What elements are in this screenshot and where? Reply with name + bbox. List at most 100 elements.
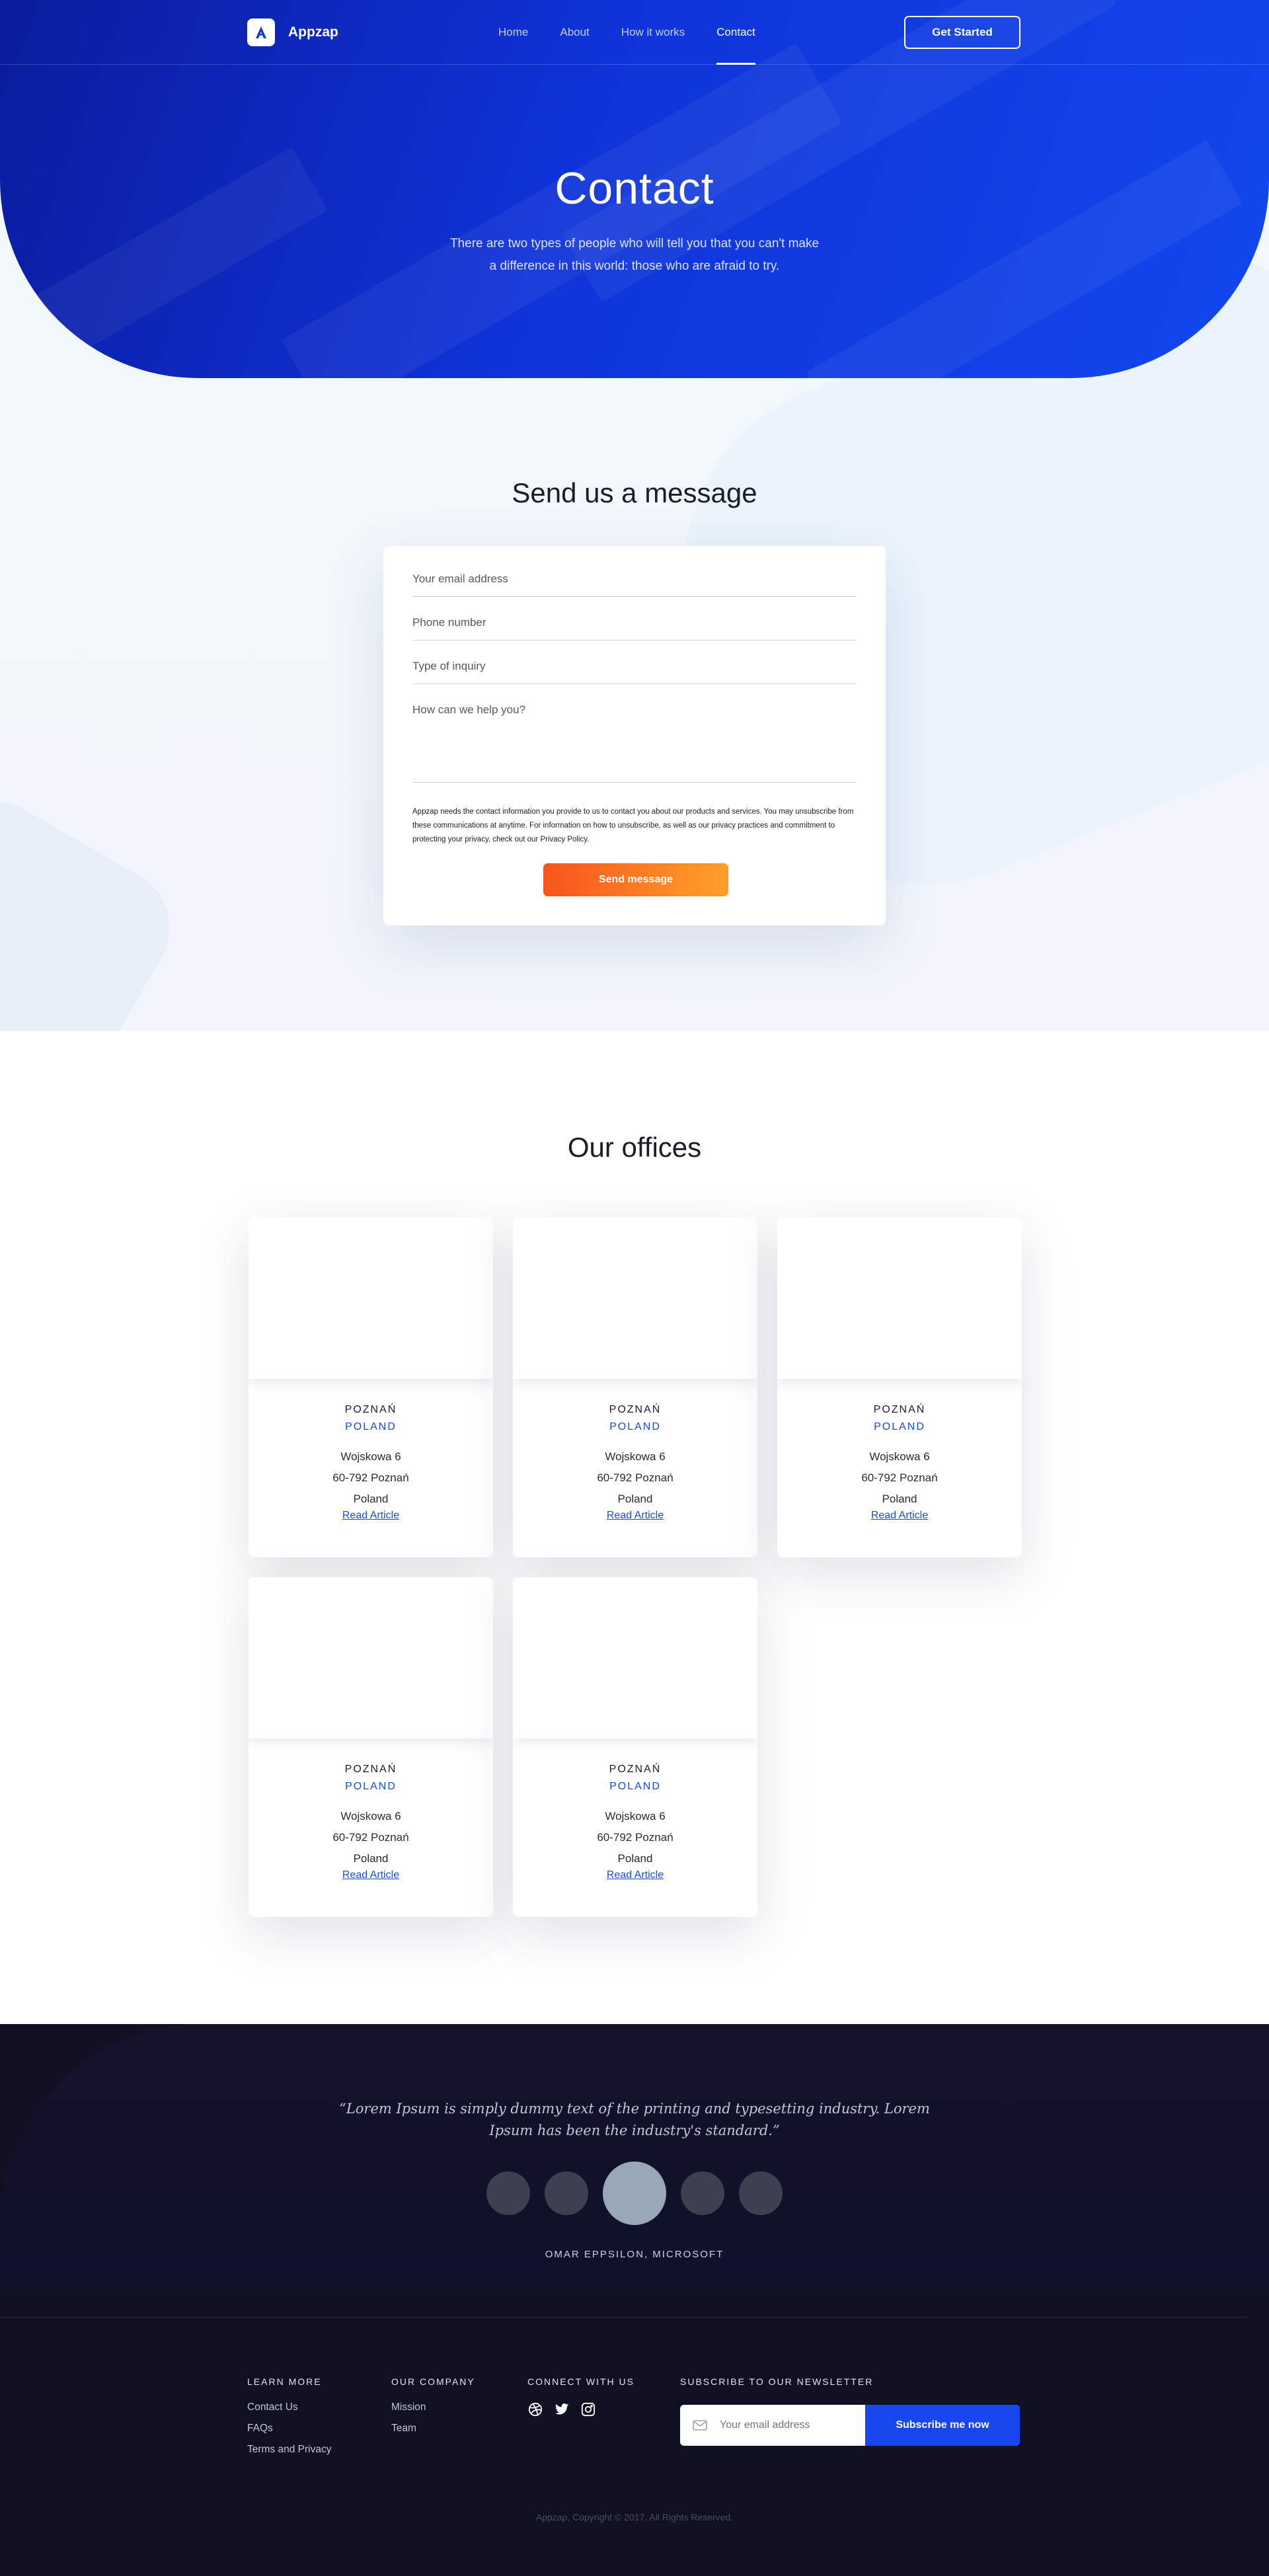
office-image <box>249 1218 493 1379</box>
office-land: Poland <box>617 1852 653 1865</box>
inquiry-type-placeholder: Type of inquiry <box>412 660 486 672</box>
office-image <box>777 1218 1022 1379</box>
office-street: Wojskowa 6 <box>605 1450 666 1463</box>
office-city: POZNAŃ <box>609 1404 662 1415</box>
office-land: Poland <box>353 1493 389 1505</box>
inquiry-type-field[interactable]: Type of inquiry <box>412 660 857 684</box>
instagram-icon[interactable] <box>580 2401 596 2417</box>
read-article-link[interactable]: Read Article <box>342 1510 399 1522</box>
testimonial-author: OMAR EPPSILON, MICROSOFT <box>545 2249 724 2260</box>
office-city: POZNAŃ <box>873 1404 926 1415</box>
footer-heading: SUBSCRIBE TO OUR NEWSLETTER <box>680 2376 874 2387</box>
office-land: Poland <box>353 1852 389 1865</box>
newsletter-email-input[interactable] <box>720 2405 865 2446</box>
office-land: Poland <box>882 1493 917 1505</box>
office-postal: 60-792 Poznań <box>332 1471 409 1484</box>
office-country: POLAND <box>345 1781 397 1792</box>
office-card: POZNAŃ POLAND Wojskowa 6 60-792 Poznań P… <box>513 1577 757 1917</box>
read-article-link[interactable]: Read Article <box>607 1510 664 1522</box>
footer-section: “Lorem Ipsum is simply dummy text of the… <box>0 2024 1269 2576</box>
office-postal: 60-792 Poznań <box>597 1831 673 1844</box>
office-card: POZNAŃ POLAND Wojskowa 6 60-792 Poznań P… <box>249 1577 493 1917</box>
avatar[interactable] <box>739 2171 783 2215</box>
contact-form-title: Send us a message <box>512 477 757 508</box>
nav-link-home[interactable]: Home <box>498 0 528 65</box>
nav-link-how-it-works[interactable]: How it works <box>621 0 685 65</box>
footer-learn-more: LEARN MORE Contact Us FAQs Terms and Pri… <box>247 2376 331 2465</box>
footer-newsletter: SUBSCRIBE TO OUR NEWSLETTER <box>680 2376 873 2401</box>
get-started-button[interactable]: Get Started <box>904 16 1020 49</box>
phone-field-placeholder: Phone number <box>412 616 486 629</box>
nav-link-about[interactable]: About <box>560 0 589 65</box>
background-shape <box>0 780 192 1031</box>
footer-link-contact-us[interactable]: Contact Us <box>247 2401 331 2413</box>
mail-icon <box>680 2405 720 2446</box>
office-country: POLAND <box>345 1421 397 1432</box>
office-land: Poland <box>617 1493 653 1505</box>
footer-link-faqs[interactable]: FAQs <box>247 2423 331 2435</box>
avatar[interactable] <box>486 2171 530 2215</box>
testimonial-avatars <box>0 2162 1269 2225</box>
footer-our-company: OUR COMPANY Mission Team <box>391 2376 475 2444</box>
office-city: POZNAŃ <box>344 1404 397 1415</box>
office-city: POZNAŃ <box>344 1764 397 1775</box>
office-card: POZNAŃ POLAND Wojskowa 6 60-792 Poznań P… <box>777 1218 1022 1557</box>
office-card: POZNAŃ POLAND Wojskowa 6 60-792 Poznań P… <box>249 1218 493 1557</box>
office-image <box>513 1577 757 1738</box>
avatar-active[interactable] <box>603 2162 666 2225</box>
newsletter-form: Subscribe me now <box>680 2405 1020 2446</box>
dribbble-icon[interactable] <box>527 2401 543 2417</box>
hero-section: Appzap Home About How it works Contact G… <box>0 0 1269 1031</box>
footer-divider <box>0 2317 1249 2318</box>
office-country: POLAND <box>874 1421 925 1432</box>
office-postal: 60-792 Poznań <box>861 1471 938 1484</box>
avatar[interactable] <box>681 2171 724 2215</box>
hero-subtitle: There are two types of people who will t… <box>449 237 820 273</box>
office-street: Wojskowa 6 <box>340 1810 401 1822</box>
office-postal: 60-792 Poznań <box>597 1471 673 1484</box>
office-card: POZNAŃ POLAND Wojskowa 6 60-792 Poznań P… <box>513 1218 757 1557</box>
read-article-link[interactable]: Read Article <box>871 1510 928 1522</box>
office-country: POLAND <box>609 1781 661 1792</box>
consent-text: Appzap needs the contact information you… <box>412 808 854 843</box>
footer-link-mission[interactable]: Mission <box>391 2401 475 2413</box>
avatar[interactable] <box>545 2171 588 2215</box>
office-image <box>249 1577 493 1738</box>
footer-link-terms[interactable]: Terms and Privacy <box>247 2444 331 2456</box>
office-country: POLAND <box>609 1421 661 1432</box>
read-article-link[interactable]: Read Article <box>607 1869 664 1881</box>
office-street: Wojskowa 6 <box>340 1450 401 1463</box>
brand-logo[interactable]: Appzap <box>247 19 338 46</box>
send-message-button[interactable]: Send message <box>543 863 728 896</box>
footer-heading: LEARN MORE <box>247 2376 322 2387</box>
office-postal: 60-792 Poznań <box>332 1831 409 1844</box>
twitter-icon[interactable] <box>554 2401 570 2417</box>
logo-icon <box>247 19 275 46</box>
office-image <box>513 1218 757 1379</box>
offices-section: Our offices POZNAŃ POLAND Wojskowa 6 60-… <box>0 1031 1269 2024</box>
office-street: Wojskowa 6 <box>605 1810 666 1822</box>
footer-link-team[interactable]: Team <box>391 2423 475 2435</box>
brand-name: Appzap <box>288 24 338 40</box>
social-links <box>527 2401 634 2417</box>
office-city: POZNAŃ <box>609 1764 662 1775</box>
page-title: Contact <box>555 163 714 214</box>
footer-heading: CONNECT WITH US <box>527 2376 634 2387</box>
read-article-link[interactable]: Read Article <box>342 1869 399 1881</box>
hero-banner: Appzap Home About How it works Contact G… <box>0 0 1269 378</box>
email-field[interactable]: Your email address <box>412 572 857 597</box>
copyright-text: Appzap, Copyright © 2017. All Rights Res… <box>535 2512 734 2522</box>
top-navbar: Appzap Home About How it works Contact G… <box>0 0 1269 65</box>
footer-heading: OUR COMPANY <box>391 2376 475 2387</box>
email-field-placeholder: Your email address <box>412 572 508 585</box>
message-textarea[interactable]: How can we help you? <box>412 703 857 783</box>
testimonial-quote: “Lorem Ipsum is simply dummy text of the… <box>339 2101 930 2138</box>
nav-link-contact[interactable]: Contact <box>716 0 755 65</box>
nav-links: Home About How it works Contact <box>498 0 787 65</box>
subscribe-button[interactable]: Subscribe me now <box>865 2405 1020 2446</box>
phone-field[interactable]: Phone number <box>412 616 857 641</box>
offices-title: Our offices <box>567 1132 702 1163</box>
footer-connect: CONNECT WITH US <box>527 2376 634 2417</box>
message-placeholder: How can we help you? <box>412 703 526 716</box>
contact-form: Your email address Phone number Type of … <box>383 546 886 925</box>
